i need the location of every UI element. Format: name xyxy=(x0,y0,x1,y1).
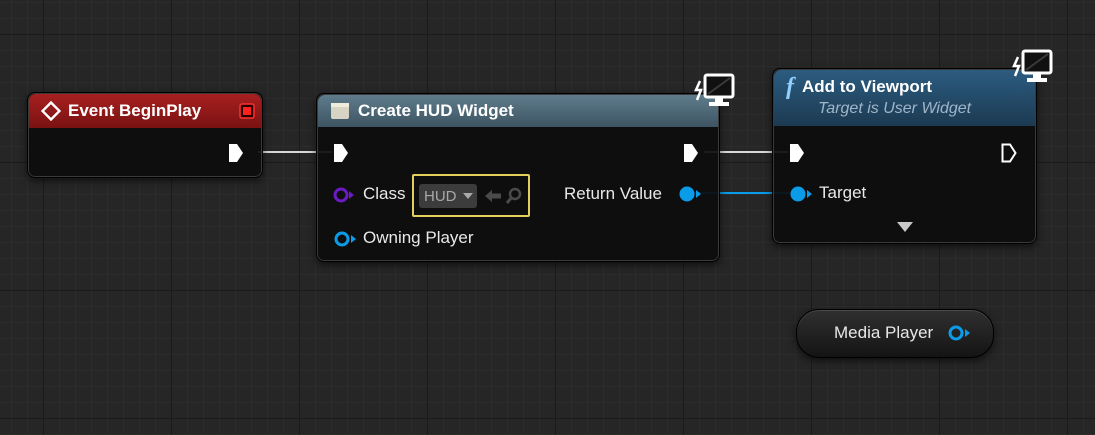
media-player-variable-node[interactable]: Media Player xyxy=(796,309,994,358)
event-exec-out-pin[interactable] xyxy=(228,143,244,163)
class-pin-label: Class xyxy=(363,184,406,203)
client-monitor-icon xyxy=(694,73,735,106)
add-viewport-node-header: f Add to Viewport Target is User Widget xyxy=(774,70,1035,126)
media-player-pin[interactable] xyxy=(947,324,971,342)
add-viewport-title: Add to Viewport xyxy=(802,77,933,96)
add-viewport-subtitle: Target is User Widget xyxy=(818,100,972,117)
widget-icon xyxy=(331,103,349,119)
event-node-header: Event BeginPlay xyxy=(29,94,261,128)
class-dropdown[interactable]: HUD xyxy=(419,184,477,208)
create-hud-widget-node[interactable]: Create HUD Widget Class HUD Return Value xyxy=(316,93,720,262)
class-value: HUD xyxy=(424,187,457,205)
return-value-label: Return Value xyxy=(564,184,662,203)
event-node-title: Event BeginPlay xyxy=(68,101,202,120)
class-pin-icon[interactable] xyxy=(333,186,355,204)
owning-player-pin[interactable] xyxy=(333,230,357,248)
create-widget-exec-out-pin[interactable] xyxy=(683,143,699,163)
class-select-box[interactable]: HUD xyxy=(412,174,530,217)
create-widget-exec-in-pin[interactable] xyxy=(333,143,349,163)
create-widget-node-header: Create HUD Widget xyxy=(318,95,718,127)
function-f-icon: f xyxy=(786,74,794,100)
add-viewport-exec-in-pin[interactable] xyxy=(789,143,805,163)
add-viewport-exec-out-pin[interactable] xyxy=(1001,143,1017,163)
chevron-down-icon xyxy=(462,193,473,199)
media-player-label: Media Player xyxy=(834,323,934,342)
event-beginplay-node[interactable]: Event BeginPlay xyxy=(27,92,263,178)
client-monitor-icon xyxy=(1012,49,1053,82)
add-to-viewport-node[interactable]: f Add to Viewport Target is User Widget … xyxy=(772,68,1037,244)
return-value-pin[interactable] xyxy=(678,185,702,203)
owning-player-label: Owning Player xyxy=(363,228,474,247)
target-pin-label: Target xyxy=(819,183,867,202)
use-selected-arrow-icon[interactable] xyxy=(484,188,502,204)
delegate-square-icon[interactable] xyxy=(239,103,255,119)
expand-arrow-icon[interactable] xyxy=(896,221,914,233)
create-widget-title: Create HUD Widget xyxy=(358,101,514,120)
browse-search-icon[interactable] xyxy=(505,187,523,205)
target-pin[interactable] xyxy=(789,185,813,203)
event-diamond-icon xyxy=(41,101,61,121)
